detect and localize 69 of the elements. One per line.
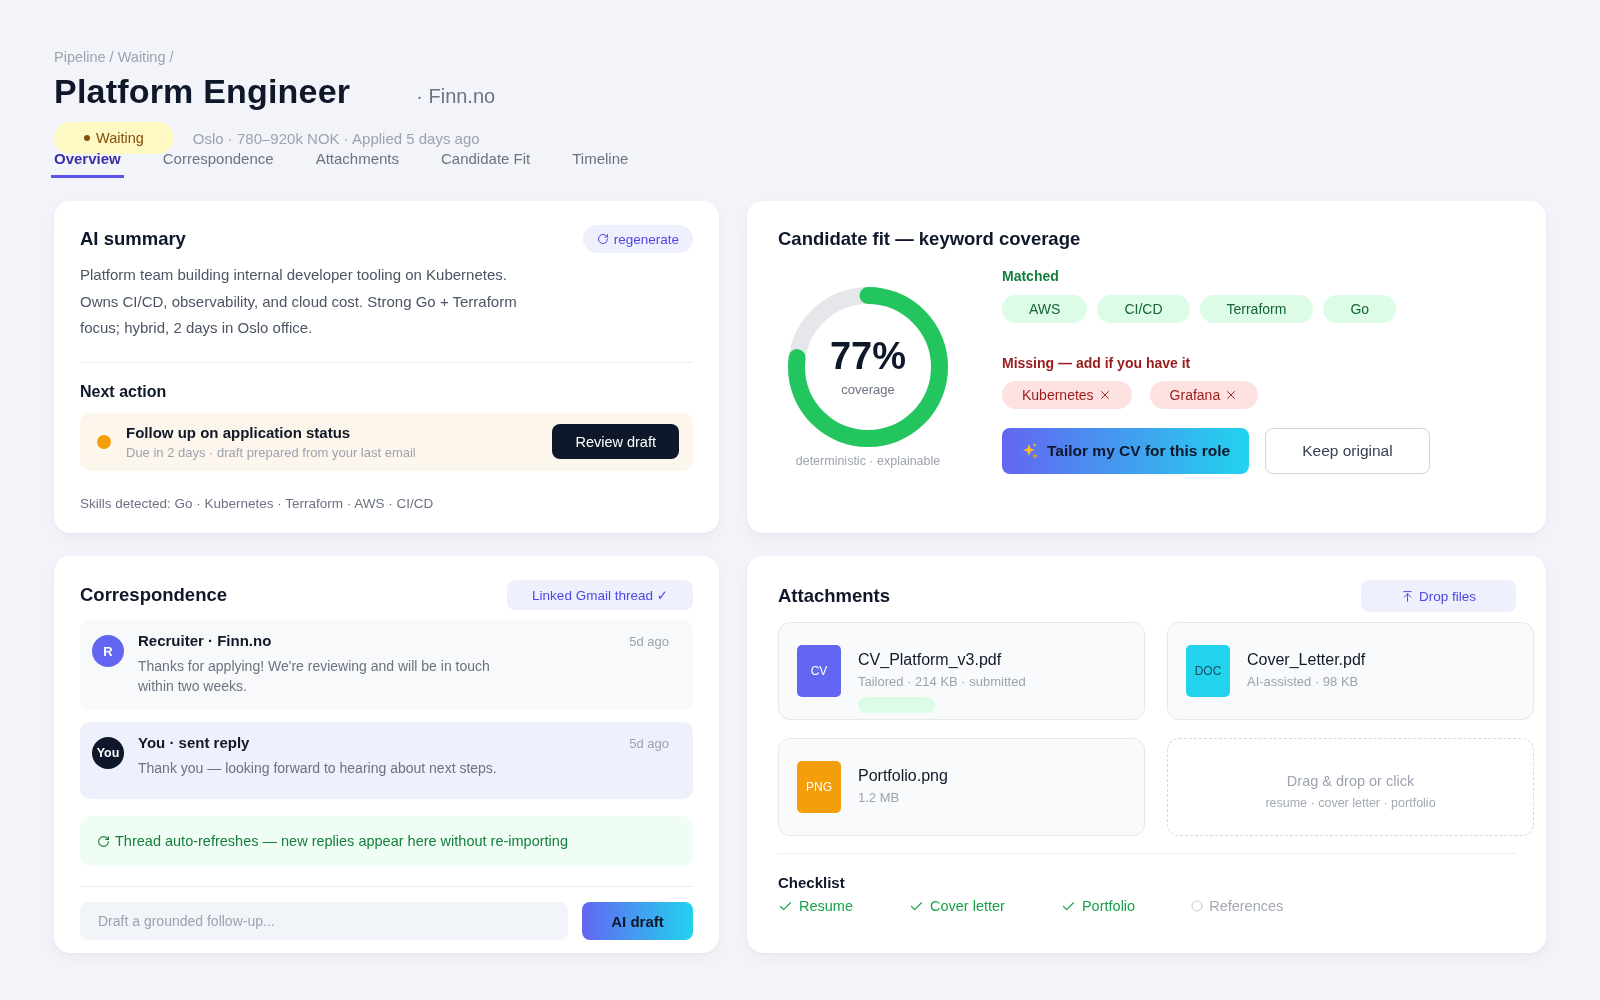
- card-title: Correspondence: [80, 584, 227, 606]
- file-card[interactable]: CV CV_Platform_v3.pdf Tailored · 214 KB · submitted: [778, 622, 1145, 720]
- keyword-tag: Go: [1323, 295, 1397, 323]
- file-type-tag: PNG: [797, 761, 841, 813]
- refresh-icon: [596, 233, 609, 245]
- file-card[interactable]: DOC Cover_Letter.pdf AI-assisted · 98 KB: [1167, 622, 1534, 720]
- tab[interactable]: Overview: [51, 150, 124, 178]
- linked-thread-link[interactable]: Linked Gmail thread ✓: [507, 580, 693, 610]
- checklist-label: References: [1209, 897, 1284, 916]
- file-meta: 1.2 MB: [858, 790, 900, 806]
- tailor-cv-button[interactable]: Tailor my CV for this role: [1002, 428, 1250, 474]
- file-type-tag: DOC: [1186, 645, 1230, 697]
- status-label: Waiting: [96, 130, 144, 146]
- job-meta: Oslo · 780–920k NOK · Applied 5 days ago: [192, 129, 480, 147]
- message-text: Thanks for applying! We're reviewing and will be in touch within two weeks.: [138, 657, 491, 696]
- tab[interactable]: Correspondence: [159, 150, 277, 178]
- message-time: 5d ago: [629, 735, 669, 751]
- action-subtitle: Due in 2 days · draft prepared from your last email: [126, 444, 417, 461]
- tab[interactable]: Attachments: [312, 150, 402, 178]
- message-sender: You · sent reply: [138, 733, 250, 753]
- keyword-tag: CI/CD: [1097, 295, 1190, 323]
- coverage-note: deterministic · explainable: [795, 453, 941, 469]
- file-name: Cover_Letter.pdf: [1247, 650, 1366, 670]
- message-sender: Recruiter · Finn.no: [138, 631, 272, 651]
- breadcrumb: Pipeline / Waiting /: [54, 48, 175, 66]
- file-type-tag: CV: [797, 645, 841, 697]
- refresh-icon: [97, 834, 110, 848]
- status-dot: [84, 135, 90, 141]
- page-title: Platform Engineer: [54, 72, 351, 110]
- message-time: 5d ago: [629, 633, 669, 649]
- follow-up-input[interactable]: Draft a grounded follow-up...: [80, 902, 568, 940]
- status-dot: [97, 434, 111, 449]
- ai-draft-button[interactable]: AI draft: [582, 902, 693, 940]
- file-name: Portfolio.png: [858, 766, 948, 786]
- notice-text: Thread auto-refreshes — new replies appear here without re-importing: [115, 833, 568, 849]
- action-title: Follow up on application status: [126, 422, 352, 442]
- avatar: You: [92, 737, 124, 769]
- file-meta: Tailored · 214 KB · submitted: [858, 674, 1026, 690]
- card-title: AI summary: [80, 228, 186, 250]
- card-title: Candidate fit — keyword coverage: [778, 228, 1081, 250]
- drop-files-button[interactable]: Drop files: [1360, 580, 1516, 612]
- checklist-label: Portfolio: [1081, 897, 1136, 916]
- checklist-title: Checklist: [778, 873, 846, 893]
- checklist-label: Cover letter: [930, 897, 1005, 916]
- file-card[interactable]: PNG Portfolio.png 1.2 MB: [778, 738, 1145, 836]
- missing-keyword-tag[interactable]: Kubernetes: [1002, 381, 1132, 409]
- message-text: Thank you — looking forward to hearing about next steps.: [138, 759, 498, 778]
- matched-heading: Matched: [1002, 267, 1059, 285]
- missing-heading: Missing — add if you have it: [1002, 354, 1191, 372]
- upload-icon: [1400, 589, 1414, 603]
- section-heading: Next action: [80, 381, 168, 402]
- card-title: Attachments: [778, 585, 891, 607]
- missing-keyword-tag[interactable]: Grafana: [1149, 381, 1259, 409]
- regenerate-button[interactable]: regenerate: [582, 225, 693, 253]
- keyword-tag: AWS: [1002, 295, 1088, 323]
- summary-text: Platform team building internal developer tooling on Kubernetes. Owns CI/CD, observability, and cloud cost. Strong Go + Terraform focus; hybrid, 2 days in Oslo office.: [80, 265, 518, 338]
- file-name: CV_Platform_v3.pdf: [858, 650, 1002, 670]
- tab[interactable]: Candidate Fit: [438, 150, 534, 178]
- review-draft-button[interactable]: Review draft: [552, 424, 679, 459]
- keep-original-button[interactable]: Keep original: [1265, 428, 1430, 474]
- checklist-label: Resume: [799, 897, 853, 916]
- file-meta: AI-assisted · 98 KB: [1247, 674, 1359, 690]
- avatar: R: [92, 635, 124, 667]
- coverage-caption: coverage: [841, 382, 895, 398]
- skills-text: Skills detected: Go · Kubernetes · Terraform · AWS · CI/CD: [80, 494, 435, 513]
- coverage-value: 77%: [829, 336, 907, 376]
- keyword-tag: Terraform: [1199, 295, 1314, 323]
- company-name: · Finn.no: [416, 85, 496, 108]
- tab[interactable]: Timeline: [569, 150, 632, 178]
